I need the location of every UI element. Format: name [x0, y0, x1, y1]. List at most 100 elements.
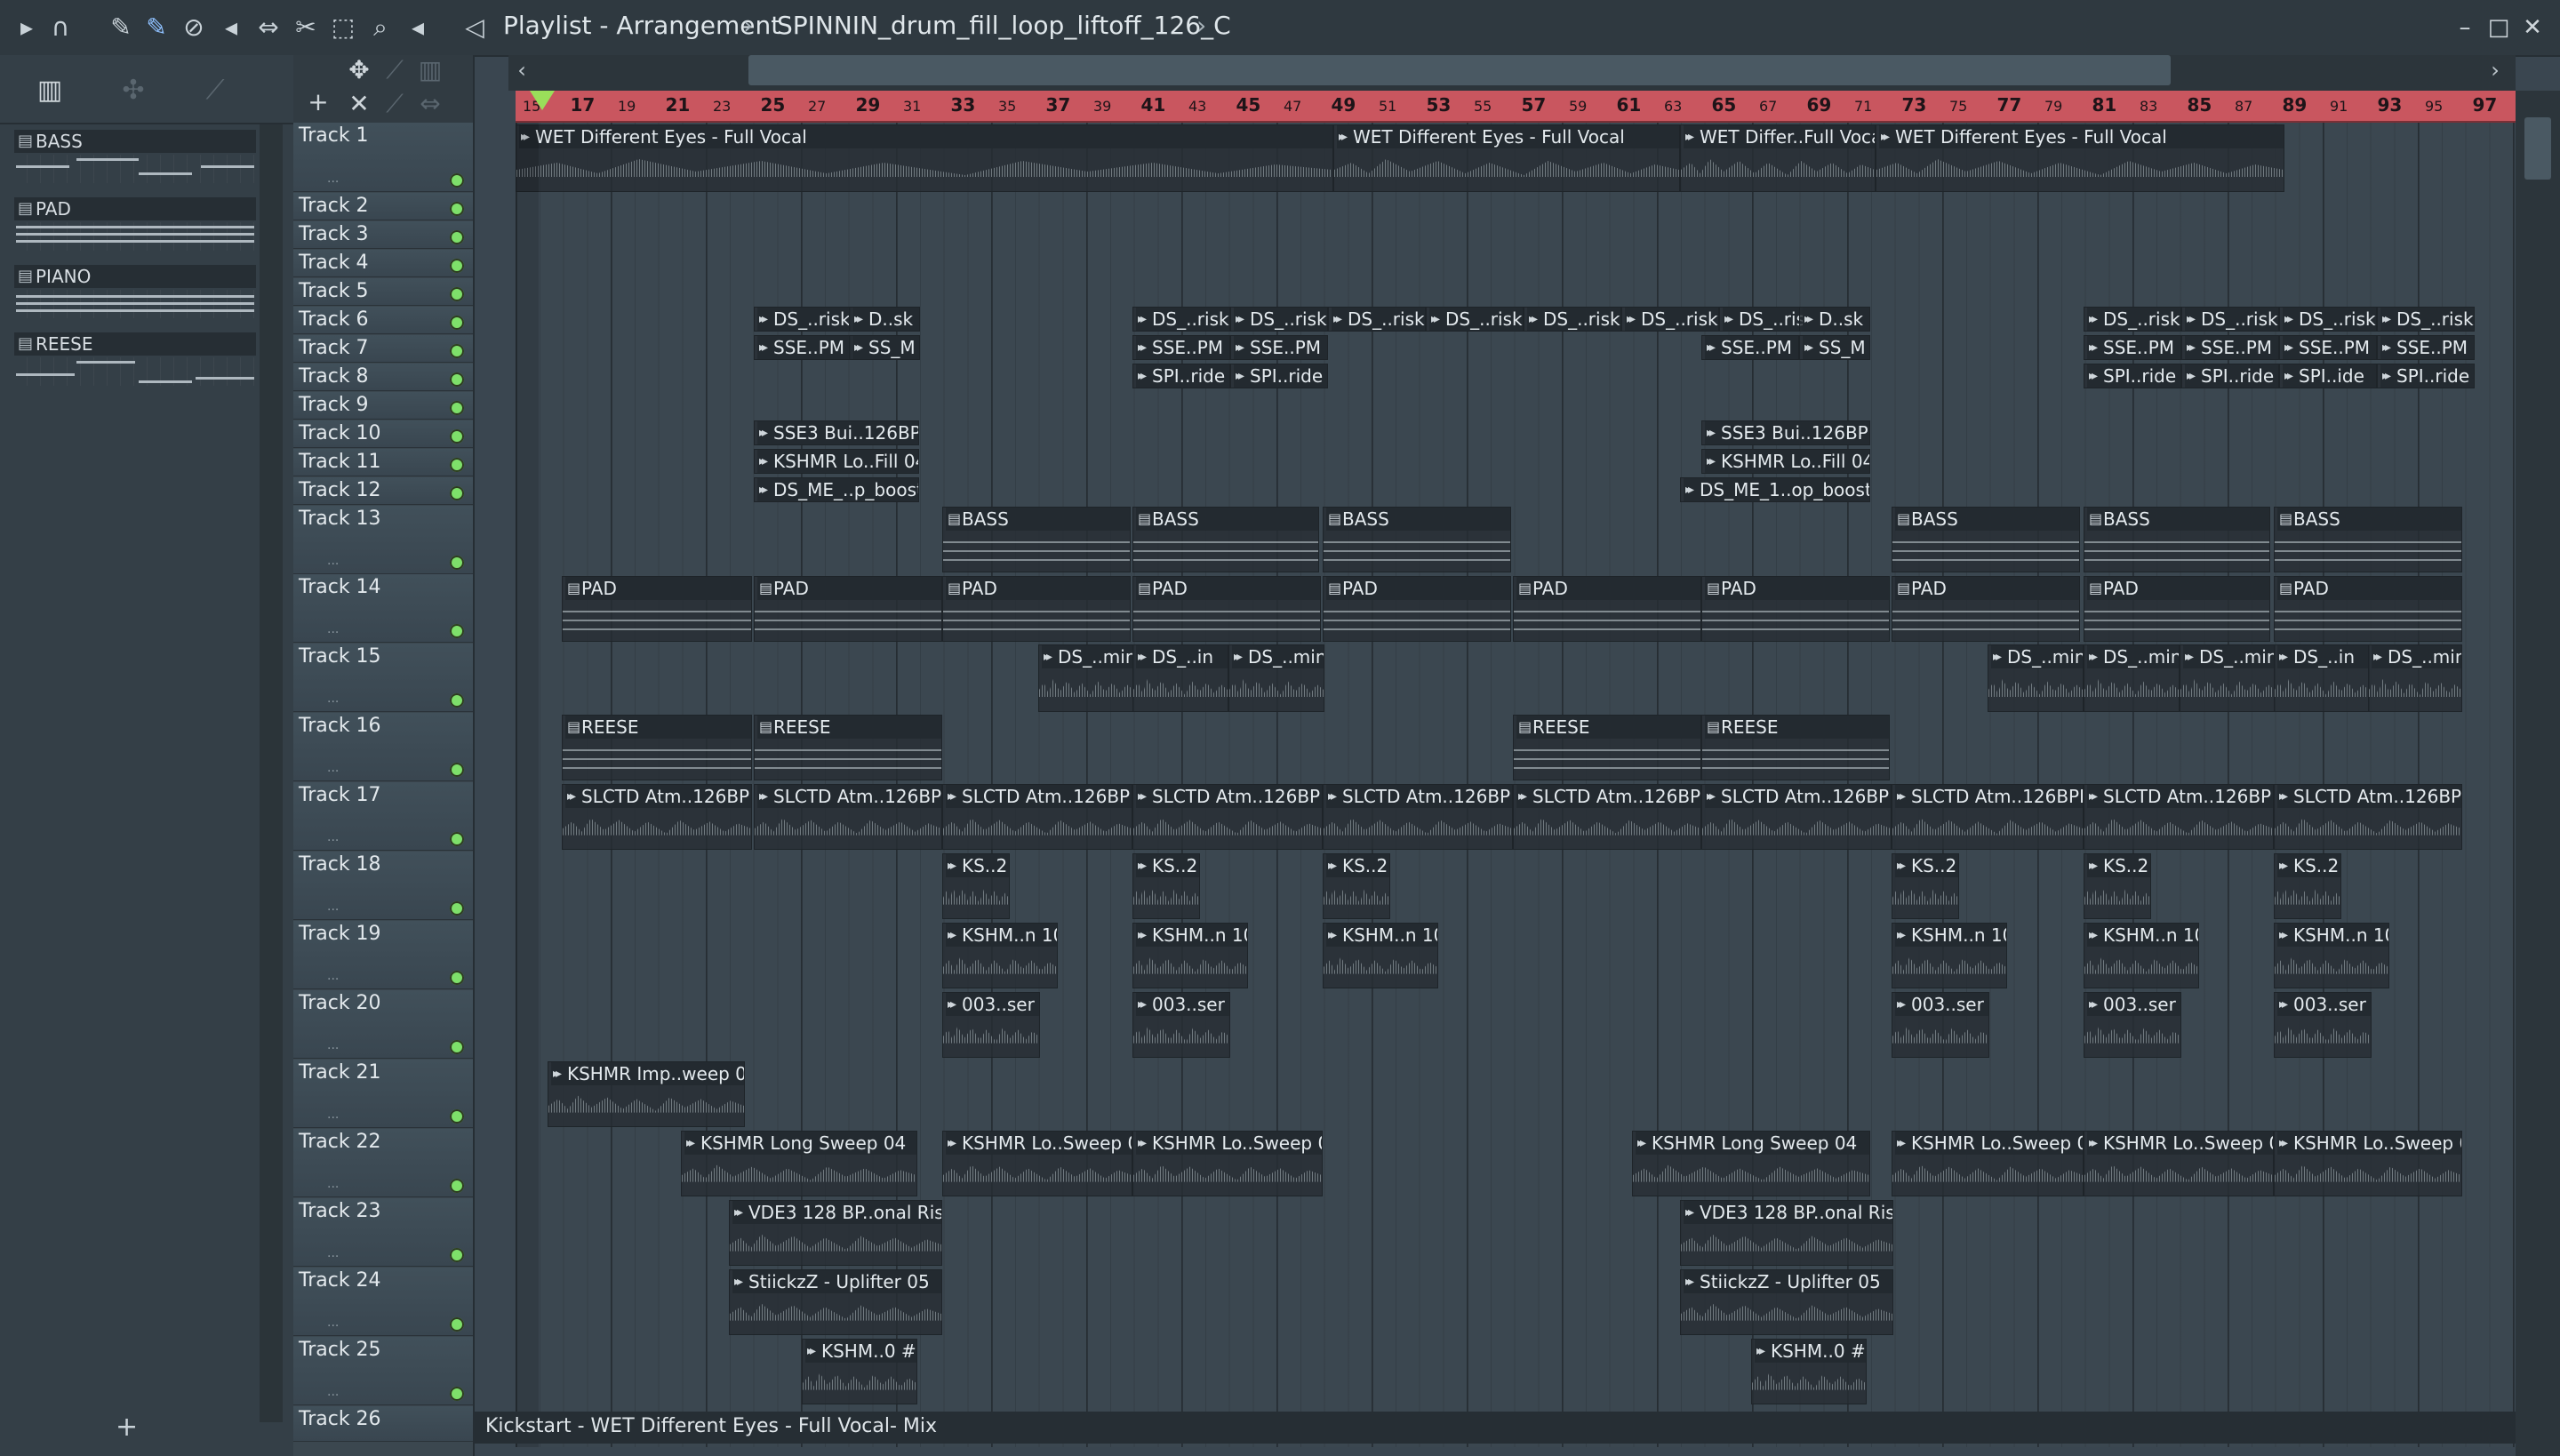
audio-clip[interactable]: SSE3 Bui..126BPM	[754, 420, 919, 445]
audio-clip[interactable]: 003..ser	[2274, 992, 2372, 1058]
audio-clip[interactable]: SSE..PM	[1132, 335, 1230, 360]
pattern-clip[interactable]: BASS	[1132, 507, 1319, 572]
scroll-left-icon[interactable]: ‹	[508, 57, 535, 84]
pattern-clip[interactable]: BASS	[942, 507, 1131, 572]
track-header[interactable]: Track 20 ···	[293, 990, 473, 1059]
track-mute-led-icon[interactable]	[450, 401, 464, 415]
audio-clip[interactable]: KS..2	[1323, 853, 1390, 919]
piano-roll-icon[interactable]: ▥	[32, 75, 68, 107]
audio-clip[interactable]: SPI..ride	[1132, 364, 1230, 388]
audio-clip[interactable]: 003..ser	[1892, 992, 1989, 1058]
track-mute-led-icon[interactable]	[450, 173, 464, 188]
arrangement-grid[interactable]: WET Different Eyes - Full VocalWET Diffe…	[516, 123, 2516, 1447]
audio-clip[interactable]: KSHM..0 #2	[802, 1339, 917, 1404]
audio-clip[interactable]: WET Different Eyes - Full Vocal	[1333, 124, 1680, 192]
track-menu-icon[interactable]: ···	[327, 1319, 339, 1333]
audio-clip[interactable]: SLCTD Atm..126BPM	[754, 784, 942, 850]
magnet-icon[interactable]: ∩	[44, 12, 76, 43]
pattern-clip[interactable]: REESE	[1701, 715, 1890, 780]
audio-clip[interactable]: DS_..min	[1988, 644, 2084, 712]
track-header[interactable]: Track 16 ···	[293, 713, 473, 781]
slip-icon[interactable]: ⇔	[252, 12, 284, 43]
track-header[interactable]: Track 11	[293, 449, 473, 476]
audio-clip[interactable]: 003..ser	[2084, 992, 2181, 1058]
timeline-ruler[interactable]: 17 21 25 29 33 37 41 45 49 53 57 61 65 69 73 77 81 85 89 93…	[516, 91, 2516, 123]
vertical-scrollbar[interactable]	[2516, 91, 2560, 1456]
track-menu-icon[interactable]: ···	[327, 695, 339, 709]
breadcrumb-arrow[interactable]: ›	[1196, 11, 1206, 40]
track-mute-led-icon[interactable]	[450, 624, 464, 638]
pattern-clip[interactable]: PAD	[2274, 576, 2462, 642]
audio-clip[interactable]: SS_M	[1799, 335, 1870, 360]
track-mute-led-icon[interactable]	[450, 763, 464, 777]
pattern-clip[interactable]: PAD	[562, 576, 752, 642]
audio-clip[interactable]: DS_..risk	[1426, 307, 1524, 332]
overview-thumb[interactable]	[748, 55, 2171, 85]
track-mute-led-icon[interactable]	[450, 901, 464, 916]
track-mute-led-icon[interactable]	[450, 1387, 464, 1401]
audio-clip[interactable]: KSHM..n 10	[1323, 923, 1438, 988]
speaker-toggle-icon[interactable]: ◁	[459, 12, 491, 43]
pattern-clip[interactable]: BASS	[2274, 507, 2462, 572]
track-menu-icon[interactable]: ···	[327, 1042, 339, 1056]
track-mute-led-icon[interactable]	[450, 230, 464, 244]
audio-clip[interactable]: DS_..risk	[1328, 307, 1426, 332]
audio-clip[interactable]: VDE3 128 BP..onal Riser	[1680, 1200, 1893, 1266]
audio-clip-icon[interactable]: ✣	[116, 75, 151, 107]
audio-clip[interactable]: SLCTD Atm..126BPM	[2274, 784, 2462, 850]
pattern-clip[interactable]: BASS	[1892, 507, 2080, 572]
track-header[interactable]: Track 7	[293, 335, 473, 363]
pattern-clip[interactable]: PAD	[2084, 576, 2270, 642]
audio-clip[interactable]: KSHM..n 10	[1132, 923, 1248, 988]
audio-clip[interactable]: DS_..risk	[2084, 307, 2181, 332]
audio-clip[interactable]: SLCTD Atm..126BPM	[1323, 784, 1513, 850]
audio-clip[interactable]: SSE..PM	[1701, 335, 1799, 360]
audio-clip[interactable]: SSE..PM	[2279, 335, 2377, 360]
speaker-icon[interactable]: ◂	[402, 12, 434, 43]
pattern-clip[interactable]: BASS	[1323, 507, 1511, 572]
slice-icon[interactable]: ✂	[290, 12, 322, 43]
track-menu-icon[interactable]: ···	[327, 764, 339, 779]
audio-clip[interactable]: KS..2	[942, 853, 1010, 919]
audio-clip[interactable]: KSHM..n 10	[2084, 923, 2199, 988]
audio-clip[interactable]: D..sk	[1799, 307, 1870, 332]
audio-clip[interactable]: SLCTD Atm..126BPM	[1892, 784, 2084, 850]
track-menu-icon[interactable]: ···	[327, 1250, 339, 1264]
track-header[interactable]: Track 14 ···	[293, 574, 473, 643]
audio-clip[interactable]: DS_..risk	[754, 307, 852, 332]
audio-clip[interactable]: DS_..min	[2368, 644, 2462, 712]
piano-icon[interactable]: ▥	[414, 57, 446, 84]
audio-clip[interactable]: DS_..risk	[1621, 307, 1719, 332]
track-header[interactable]: Track 26	[293, 1406, 473, 1442]
select-icon[interactable]: ⬚	[327, 12, 359, 43]
close-icon[interactable]: ✕	[2517, 12, 2548, 43]
pattern-clip[interactable]: PAD	[1701, 576, 1890, 642]
audio-clip[interactable]: DS_..risk	[2377, 307, 2475, 332]
track-menu-icon[interactable]: ···	[327, 903, 339, 917]
pattern-item-piano[interactable]: PIANO	[14, 265, 256, 318]
pattern-clip[interactable]: BASS	[2084, 507, 2270, 572]
audio-clip[interactable]: KSHMR Lo..Fill 04	[1701, 449, 1870, 474]
track-mute-led-icon[interactable]	[450, 1248, 464, 1262]
track-header[interactable]: Track 6	[293, 307, 473, 334]
audio-clip[interactable]: SPI..ride	[1230, 364, 1328, 388]
audio-clip[interactable]: SLCTD Atm..126BPM	[942, 784, 1132, 850]
audio-clip[interactable]: KSHMR Lo..Sweep 04	[942, 1131, 1132, 1196]
track-menu-icon[interactable]: ···	[327, 834, 339, 848]
track-menu-icon[interactable]: ···	[327, 557, 339, 572]
track-header[interactable]: Track 8	[293, 364, 473, 391]
track-header[interactable]: Track 15 ···	[293, 644, 473, 712]
audio-clip[interactable]: KSHMR Lo..Sweep 04	[1892, 1131, 2084, 1196]
playhead-marker[interactable]	[530, 91, 555, 110]
audio-clip[interactable]: KS..2	[1892, 853, 1959, 919]
audio-clip[interactable]: SPI..ride	[2377, 364, 2475, 388]
pattern-clip[interactable]: PAD	[1513, 576, 1701, 642]
audio-clip[interactable]: SLCTD Atm..126BPM	[562, 784, 752, 850]
pattern-clip[interactable]: REESE	[1513, 715, 1701, 780]
audio-clip[interactable]: DS_..min	[2084, 644, 2180, 712]
pattern-clip[interactable]: REESE	[754, 715, 942, 780]
overview-bar[interactable]: ‹ ›	[508, 55, 2516, 91]
pattern-clip[interactable]: PAD	[1892, 576, 2080, 642]
play-arrow-icon[interactable]: ▸	[11, 12, 43, 43]
picker-scrollbar[interactable]	[260, 124, 283, 1422]
